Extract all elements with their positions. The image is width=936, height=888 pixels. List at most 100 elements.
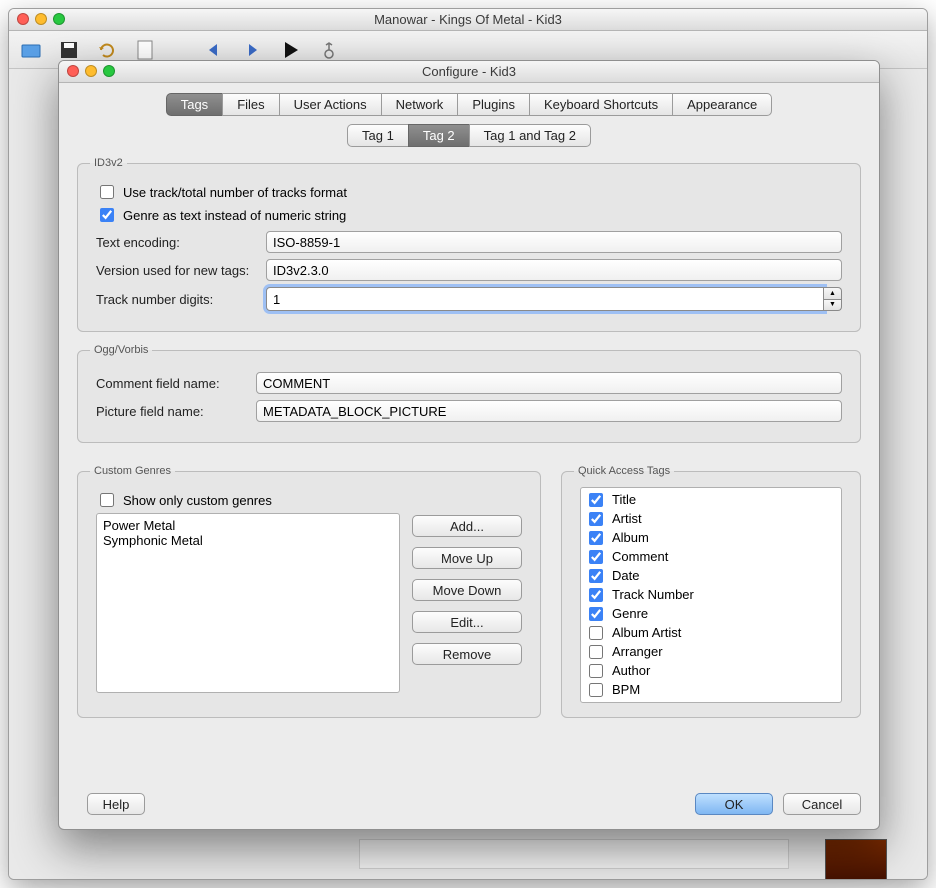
list-item[interactable]: Comment xyxy=(585,547,837,566)
back-icon[interactable] xyxy=(203,39,227,61)
qat-checkbox[interactable] xyxy=(589,550,603,564)
main-traffic-lights[interactable] xyxy=(17,13,65,25)
dialog-titlebar: Configure - Kid3 xyxy=(59,61,879,83)
list-item[interactable]: Title xyxy=(585,490,837,509)
dialog-footer: Help OK Cancel xyxy=(77,793,861,815)
qat-label: Track Number xyxy=(612,587,694,602)
ogg-legend: Ogg/Vorbis xyxy=(90,344,152,356)
tab-network[interactable]: Network xyxy=(381,93,458,116)
add-button[interactable]: Add... xyxy=(412,515,522,537)
help-button[interactable]: Help xyxy=(87,793,145,815)
text-encoding-select[interactable]: ISO-8859-1 xyxy=(266,231,842,253)
qat-label: Author xyxy=(612,663,650,678)
close-icon[interactable] xyxy=(67,65,79,77)
qat-checkbox[interactable] xyxy=(589,645,603,659)
show-only-custom-label[interactable]: Show only custom genres xyxy=(123,493,272,508)
list-item[interactable]: Symphonic Metal xyxy=(103,533,393,548)
version-select[interactable]: ID3v2.3.0 xyxy=(266,259,842,281)
qat-checkbox[interactable] xyxy=(589,607,603,621)
id3v2-group: ID3v2 Use track/total number of tracks f… xyxy=(77,157,861,332)
cancel-button[interactable]: Cancel xyxy=(783,793,861,815)
qat-label: Artist xyxy=(612,511,642,526)
play-icon[interactable] xyxy=(279,39,303,61)
main-window-title: Manowar - Kings Of Metal - Kid3 xyxy=(374,12,562,27)
show-only-custom-checkbox[interactable] xyxy=(100,493,114,507)
qat-checkbox[interactable] xyxy=(589,531,603,545)
tab-appearance[interactable]: Appearance xyxy=(672,93,772,116)
move-down-button[interactable]: Move Down xyxy=(412,579,522,601)
move-up-button[interactable]: Move Up xyxy=(412,547,522,569)
quick-access-group: Quick Access Tags Title Artist Album Commen… xyxy=(561,465,861,718)
chevron-down-icon[interactable]: ▼ xyxy=(824,300,842,312)
list-item[interactable]: Author xyxy=(585,661,837,680)
quick-access-list[interactable]: Title Artist Album Comment Date Track Number G… xyxy=(580,487,842,703)
track-total-checkbox[interactable] xyxy=(100,185,114,199)
dialog-traffic-lights[interactable] xyxy=(67,65,115,77)
remove-button[interactable]: Remove xyxy=(412,643,522,665)
settings-icon[interactable] xyxy=(317,39,341,61)
qat-label: Album xyxy=(612,530,649,545)
genre-text-checkbox[interactable] xyxy=(100,208,114,222)
subtab-tag-1[interactable]: Tag 1 xyxy=(347,124,408,147)
minimize-icon[interactable] xyxy=(35,13,47,25)
subtab-tag-2[interactable]: Tag 2 xyxy=(408,124,469,147)
zoom-icon[interactable] xyxy=(103,65,115,77)
main-titlebar: Manowar - Kings Of Metal - Kid3 xyxy=(9,9,927,31)
background-row xyxy=(359,839,789,869)
revert-icon[interactable] xyxy=(95,39,119,61)
new-icon[interactable] xyxy=(133,39,157,61)
qat-label: Title xyxy=(612,492,636,507)
qat-label: Date xyxy=(612,568,639,583)
custom-genres-legend: Custom Genres xyxy=(90,465,175,477)
tab-user-actions[interactable]: User Actions xyxy=(279,93,381,116)
album-art-thumb xyxy=(825,839,887,880)
qat-label: Album Artist xyxy=(612,625,681,640)
track-digits-stepper[interactable]: ▲ ▼ xyxy=(824,287,842,311)
custom-genres-list[interactable]: Power MetalSymphonic Metal xyxy=(96,513,400,693)
qat-checkbox[interactable] xyxy=(589,683,603,697)
close-icon[interactable] xyxy=(17,13,29,25)
forward-icon[interactable] xyxy=(241,39,265,61)
tab-keyboard-shortcuts[interactable]: Keyboard Shortcuts xyxy=(529,93,672,116)
zoom-icon[interactable] xyxy=(53,13,65,25)
qat-checkbox[interactable] xyxy=(589,493,603,507)
genre-text-label[interactable]: Genre as text instead of numeric string xyxy=(123,208,346,223)
comment-field-select[interactable]: COMMENT xyxy=(256,372,842,394)
qat-checkbox[interactable] xyxy=(589,569,603,583)
minimize-icon[interactable] xyxy=(85,65,97,77)
picture-field-label: Picture field name: xyxy=(96,404,246,419)
list-item[interactable]: Artist xyxy=(585,509,837,528)
qat-checkbox[interactable] xyxy=(589,664,603,678)
subtab-tag-1-and-tag-2[interactable]: Tag 1 and Tag 2 xyxy=(469,124,591,147)
edit-button[interactable]: Edit... xyxy=(412,611,522,633)
list-item[interactable]: Track Number xyxy=(585,585,837,604)
chevron-up-icon[interactable]: ▲ xyxy=(824,287,842,300)
qat-label: Comment xyxy=(612,549,668,564)
track-total-label[interactable]: Use track/total number of tracks format xyxy=(123,185,347,200)
custom-genres-group: Custom Genres Show only custom genres Po… xyxy=(77,465,541,718)
qat-checkbox[interactable] xyxy=(589,626,603,640)
open-icon[interactable] xyxy=(19,39,43,61)
qat-checkbox[interactable] xyxy=(589,512,603,526)
track-digits-label: Track number digits: xyxy=(96,292,256,307)
list-item[interactable]: Arranger xyxy=(585,642,837,661)
quick-access-legend: Quick Access Tags xyxy=(574,465,674,477)
list-item[interactable]: BPM xyxy=(585,680,837,699)
qat-label: BPM xyxy=(612,682,640,697)
list-item[interactable]: Album xyxy=(585,528,837,547)
ok-button[interactable]: OK xyxy=(695,793,773,815)
qat-label: Arranger xyxy=(612,644,663,659)
list-item[interactable]: Album Artist xyxy=(585,623,837,642)
save-icon[interactable] xyxy=(57,39,81,61)
qat-checkbox[interactable] xyxy=(589,588,603,602)
picture-field-select[interactable]: METADATA_BLOCK_PICTURE xyxy=(256,400,842,422)
tab-tags[interactable]: Tags xyxy=(166,93,222,116)
tag-subtabs: Tag 1Tag 2Tag 1 and Tag 2 xyxy=(77,124,861,147)
tab-plugins[interactable]: Plugins xyxy=(457,93,529,116)
tab-files[interactable]: Files xyxy=(222,93,278,116)
list-item[interactable]: Genre xyxy=(585,604,837,623)
list-item[interactable]: Power Metal xyxy=(103,518,393,533)
list-item[interactable]: Date xyxy=(585,566,837,585)
track-digits-input[interactable] xyxy=(266,287,824,311)
qat-label: Genre xyxy=(612,606,648,621)
